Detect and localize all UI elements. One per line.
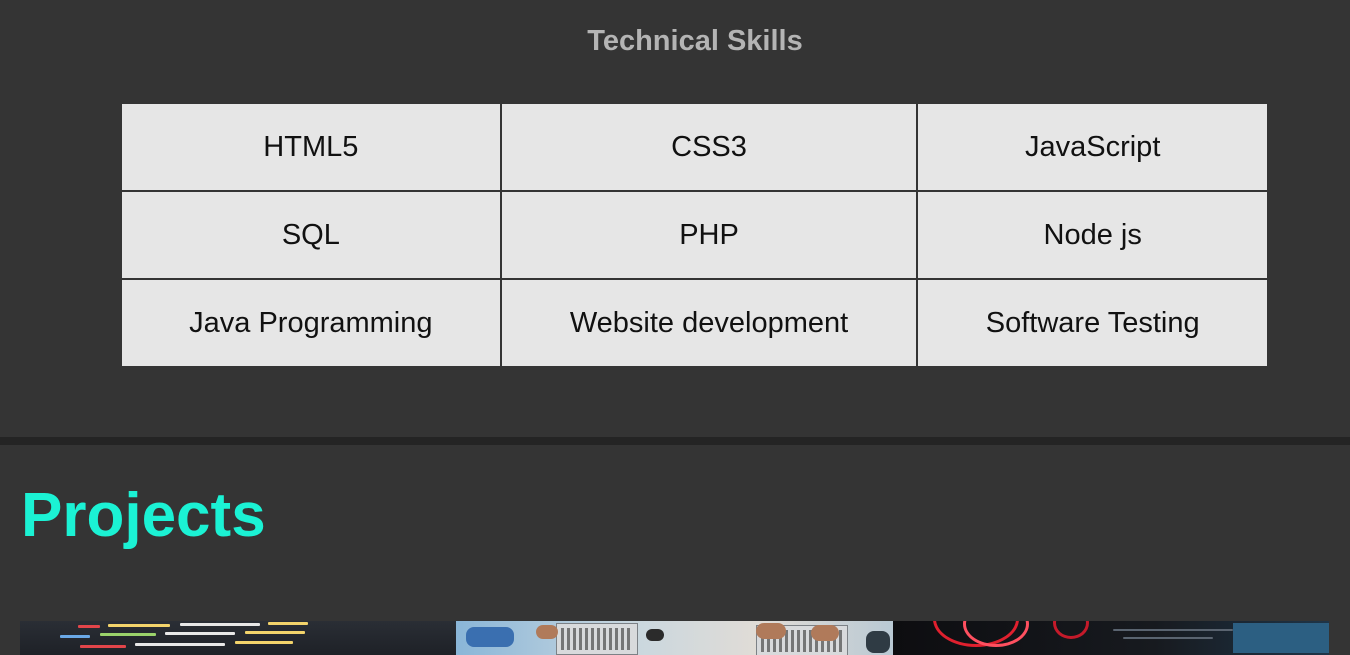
skill-cell: CSS3 — [499, 102, 919, 192]
skill-cell: PHP — [499, 190, 919, 280]
code-line — [245, 631, 305, 634]
code-line — [108, 624, 170, 627]
code-line — [78, 625, 100, 628]
code-editor-thumbnail[interactable] — [20, 621, 456, 655]
projects-heading: Projects — [21, 481, 266, 550]
dark-monitor-thumbnail[interactable] — [893, 621, 1329, 655]
technical-skills-section: Technical Skills HTML5 CSS3 JavaScript S… — [0, 0, 1350, 437]
technical-skills-heading: Technical Skills — [587, 25, 803, 57]
screen-line — [1123, 637, 1213, 639]
skills-row: Java Programming Website development Sof… — [120, 278, 1269, 368]
team-laptops-thumbnail[interactable] — [456, 621, 893, 655]
skill-cell: SQL — [120, 190, 502, 280]
section-divider — [0, 437, 1350, 445]
skill-cell: HTML5 — [120, 102, 502, 192]
laptop — [556, 623, 638, 655]
phone — [866, 631, 890, 653]
code-line — [165, 632, 235, 635]
monitor-glow — [1233, 623, 1329, 653]
skill-cell: Node js — [916, 190, 1269, 280]
screen-line — [1113, 629, 1233, 631]
code-line — [80, 645, 126, 648]
skill-cell: Java Programming — [120, 278, 502, 368]
skills-row: HTML5 CSS3 JavaScript — [120, 102, 1269, 192]
skills-row: SQL PHP Node js — [120, 190, 1269, 280]
code-line — [235, 641, 293, 644]
code-line — [268, 622, 308, 625]
skill-cell: Website development — [499, 278, 919, 368]
code-line — [135, 643, 225, 646]
project-thumbnails — [20, 621, 1329, 655]
hand — [536, 625, 558, 639]
code-line — [60, 635, 90, 638]
skill-cell: JavaScript — [916, 102, 1269, 192]
skill-cell: Software Testing — [916, 278, 1269, 368]
code-line — [100, 633, 156, 636]
hand — [756, 623, 786, 639]
sleeve — [466, 627, 514, 647]
mouse — [646, 629, 664, 641]
neon-light — [1053, 621, 1089, 639]
code-line — [180, 623, 260, 626]
skills-table: HTML5 CSS3 JavaScript SQL PHP Node js Ja… — [120, 102, 1269, 368]
hand — [811, 625, 839, 641]
